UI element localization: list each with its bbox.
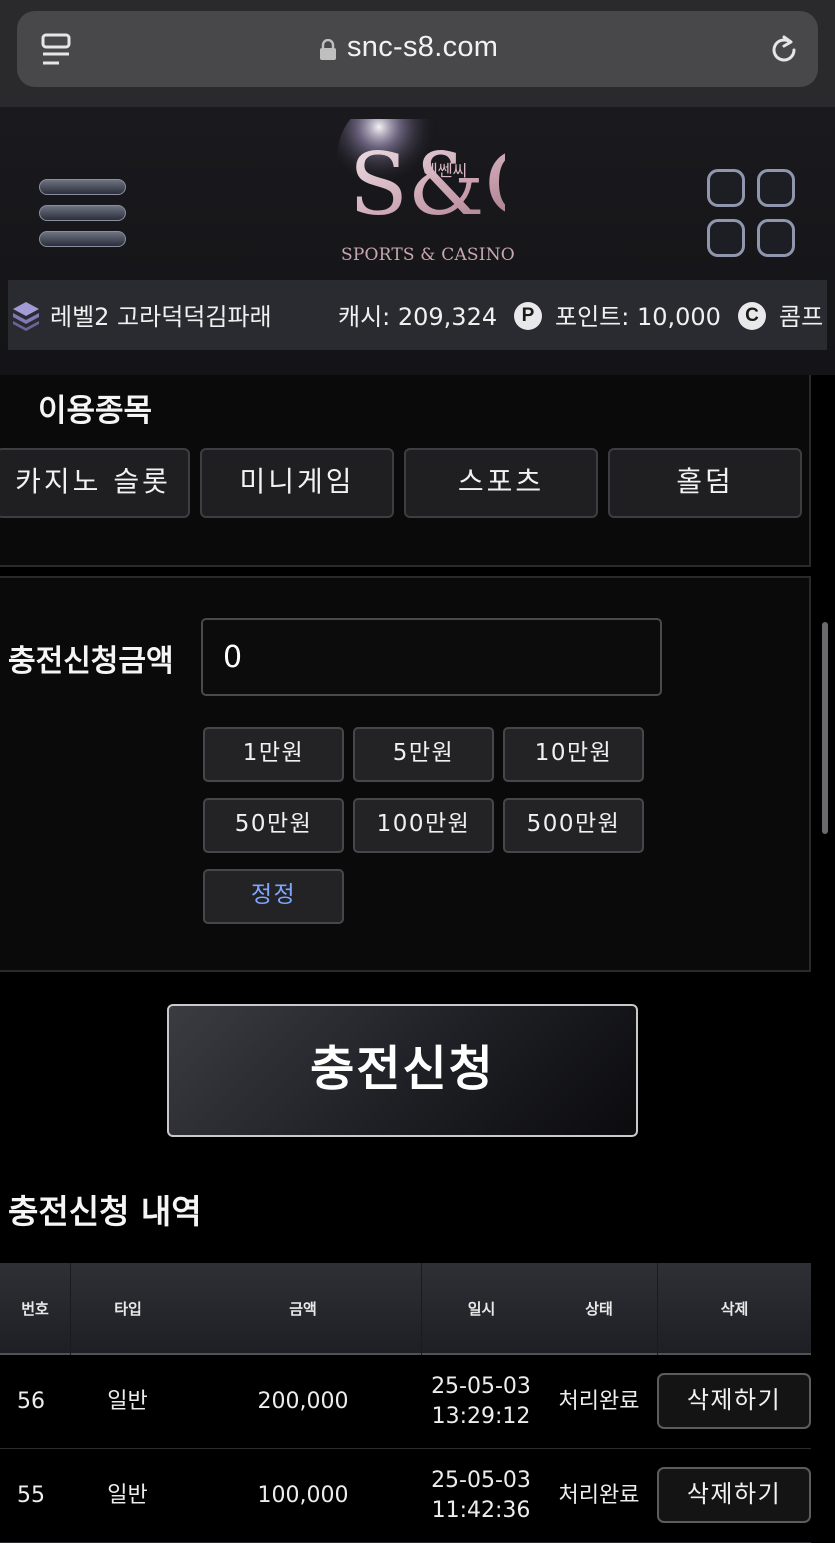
row-date: 25-05-03 [431, 1468, 531, 1493]
svg-text:에쎈씨: 에쎈씨 [423, 161, 467, 180]
level-gem-icon [13, 302, 39, 331]
url-text[interactable]: snc-s8.com [347, 31, 498, 64]
col-amount: 금액 [289, 1300, 317, 1318]
col-number: 번호 [21, 1300, 49, 1318]
row-amount: 200,000 [257, 1389, 349, 1414]
deposit-amount-input[interactable] [201, 618, 662, 696]
reader-mode-icon[interactable] [41, 33, 71, 67]
row-time: 13:29:12 [431, 1404, 531, 1429]
reset-amount-button[interactable]: 정정 [203, 869, 344, 924]
deposit-history-table: 번호 타입 금액 일시 상태 삭제 56 일반 200,000 25-05-03… [0, 1263, 812, 1543]
comp-label[interactable]: 콤프 [779, 297, 823, 332]
game-type-title: 이용종목 [38, 393, 153, 429]
row-number: 56 [17, 1389, 45, 1414]
row-status: 처리완료 [558, 1389, 640, 1414]
delete-button[interactable]: 삭제하기 [657, 1373, 811, 1429]
page-scrollbar[interactable] [822, 622, 828, 834]
game-sports-button[interactable]: 스포츠 [404, 448, 598, 518]
address-bar[interactable]: snc-s8.com [17, 11, 818, 87]
chip-500k-button[interactable]: 50만원 [203, 798, 344, 853]
chip-1m-button[interactable]: 100만원 [353, 798, 494, 853]
browser-toolbar: snc-s8.com [0, 0, 835, 107]
col-status: 상태 [585, 1300, 613, 1318]
table-header: 번호 타입 금액 일시 상태 삭제 [0, 1263, 811, 1355]
deposit-amount-label: 충전신청금액 [8, 644, 174, 679]
user-level-name[interactable]: 레벨2 고라덕덕김파래 [50, 297, 272, 332]
chip-10k-button[interactable]: 1만원 [203, 727, 344, 782]
col-delete: 삭제 [657, 1263, 811, 1355]
col-type: 타입 [70, 1263, 185, 1355]
row-type: 일반 [107, 1389, 148, 1414]
site-header: S&C 에쎈씨 SPORTS & CASINO 레벨2 고라덕덕김파래 캐시: … [0, 107, 835, 375]
game-minigame-button[interactable]: 미니게임 [200, 448, 394, 518]
deposit-panel: 충전신청금액 1만원 5만원 10만원 50만원 100만원 500만원 정정 [0, 576, 811, 972]
logo-subtitle: SPORTS & CASINO [341, 245, 515, 265]
game-holdem-button[interactable]: 홀덤 [608, 448, 802, 518]
chip-100k-button[interactable]: 10만원 [503, 727, 644, 782]
grid-menu-icon[interactable] [707, 169, 799, 259]
table-row: 55 일반 100,000 25-05-03 11:42:36 처리완료 삭제하… [0, 1449, 811, 1543]
cash-balance: 캐시: 209,324 [338, 303, 498, 331]
deposit-history-title: 충전신청 내역 [8, 1192, 202, 1231]
row-amount: 100,000 [257, 1483, 349, 1508]
user-info-bar: 레벨2 고라덕덕김파래 캐시: 209,324 P 포인트: 10,000 C … [8, 280, 827, 350]
game-type-panel: 이용종목 카지노 슬롯 미니게임 스포츠 홀덤 [0, 375, 811, 567]
row-datetime: 25-05-03 13:29:12 [421, 1355, 541, 1449]
col-datetime: 일시 [421, 1263, 541, 1355]
svg-text:S&C: S&C [349, 135, 505, 235]
hamburger-menu-icon[interactable] [39, 179, 127, 251]
chip-5m-button[interactable]: 500만원 [503, 798, 644, 853]
delete-button[interactable]: 삭제하기 [657, 1467, 811, 1523]
row-date: 25-05-03 [431, 1374, 531, 1399]
chip-50k-button[interactable]: 5만원 [353, 727, 494, 782]
lock-icon [320, 39, 336, 60]
game-casino-slot-button[interactable]: 카지노 슬롯 [0, 448, 190, 518]
table-row: 56 일반 200,000 25-05-03 13:29:12 처리완료 삭제하… [0, 1355, 811, 1449]
point-balance: 포인트: 10,000 [555, 303, 721, 331]
main-content: 이용종목 카지노 슬롯 미니게임 스포츠 홀덤 충전신청금액 1만원 5만원 1… [0, 375, 835, 1543]
comp-icon: C [738, 302, 766, 330]
reload-icon[interactable] [767, 33, 801, 67]
deposit-submit-button[interactable]: 충전신청 [167, 1004, 638, 1137]
row-status: 처리완료 [558, 1483, 640, 1508]
row-number: 55 [17, 1483, 45, 1508]
row-type: 일반 [107, 1483, 148, 1508]
row-datetime: 25-05-03 11:42:36 [421, 1449, 541, 1543]
row-time: 11:42:36 [431, 1498, 531, 1523]
point-icon: P [514, 302, 542, 330]
